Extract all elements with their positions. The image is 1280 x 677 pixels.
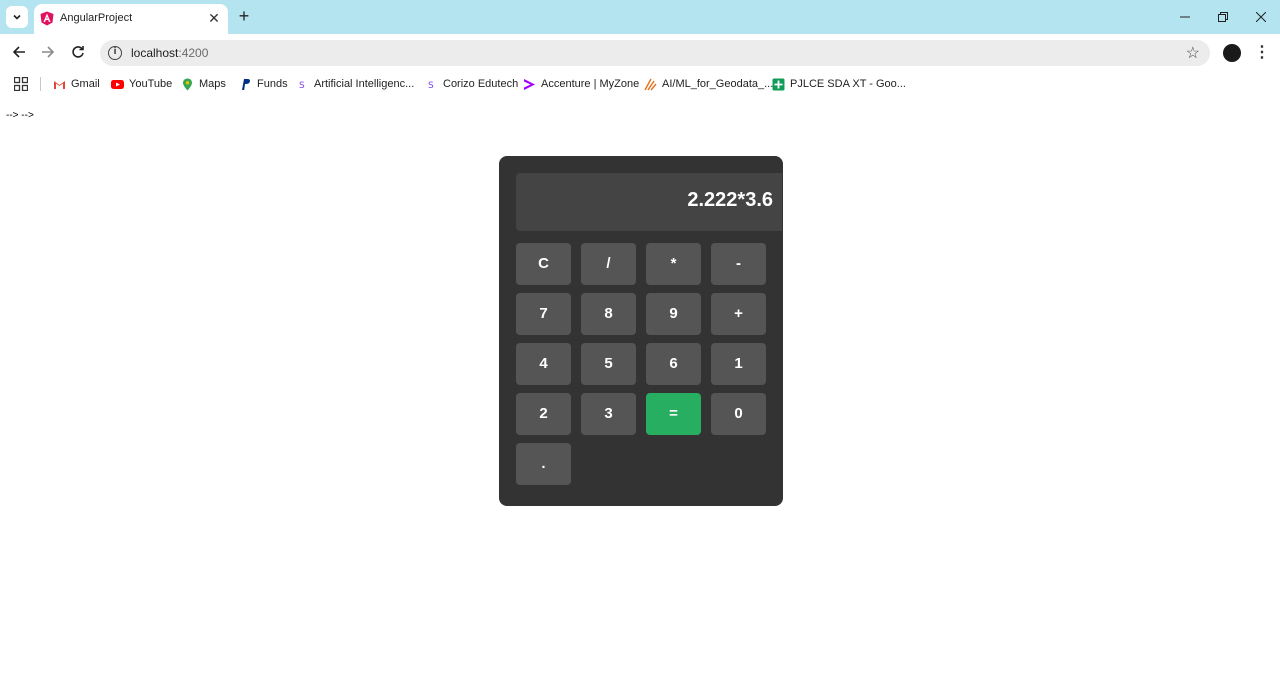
tab-strip: AngularProject ✕ + [0,0,1280,34]
profile-avatar[interactable] [1223,44,1241,62]
key-3[interactable]: 3 [581,393,636,435]
tab-title: AngularProject [60,12,133,24]
bookmark-aiml-geodata[interactable]: AI/ML_for_Geodata_... [644,76,773,92]
svg-text:S: S [299,81,305,91]
bookmark-accenture[interactable]: Accenture | MyZone [523,76,639,92]
close-window-icon [1256,12,1266,22]
key-equals[interactable]: = [646,393,701,435]
key-divide[interactable]: / [581,243,636,285]
key-5[interactable]: 5 [581,343,636,385]
back-button[interactable] [9,42,29,62]
key-2[interactable]: 2 [516,393,571,435]
bookmark-star-icon[interactable]: ☆ [1186,43,1200,63]
bookmark-pjlce-sheet[interactable]: PJLCE SDA XT - Goo... [772,76,906,92]
angular-icon [40,11,54,26]
display-value: 2.222*3.6 [687,189,773,211]
restore-button[interactable] [1214,8,1232,26]
stray-comment-text: --> --> [6,110,34,121]
url-text[interactable]: localhost:4200 [131,46,208,60]
reload-icon [72,46,84,58]
key-add[interactable]: + [711,293,766,335]
gmail-icon [54,80,65,89]
apps-grid-icon[interactable] [14,77,28,91]
key-9[interactable]: 9 [646,293,701,335]
sheets-icon [772,78,785,90]
accenture-icon [524,78,535,90]
minimize-icon [1180,16,1190,18]
restore-icon [1218,12,1228,22]
bookmarks-bar: Gmail YouTube Maps Funds S Artificial In… [0,72,1280,96]
svg-text:S: S [428,81,434,91]
tab-angularproject[interactable]: AngularProject ✕ [34,4,228,34]
key-clear[interactable]: C [516,243,571,285]
key-6[interactable]: 6 [646,343,701,385]
bookmark-maps[interactable]: Maps [181,76,226,92]
bookmark-artificial-intelligence[interactable]: S Artificial Intelligenc... [296,76,414,92]
reload-button[interactable] [68,42,88,62]
new-tab-button[interactable]: + [234,6,254,26]
key-1[interactable]: 1 [711,343,766,385]
calculator-display: 2.222*3.6 [516,173,782,231]
close-icon[interactable]: ✕ [206,10,222,26]
bookmark-youtube[interactable]: YouTube [111,76,172,92]
corizo-icon: S [428,81,434,91]
chevron-down-icon [13,14,21,20]
key-4[interactable]: 4 [516,343,571,385]
key-8[interactable]: 8 [581,293,636,335]
maps-icon [183,78,192,90]
tab-search-button[interactable] [6,6,28,28]
calculator: 2.222*3.6 C / * - 7 8 9 + 4 5 6 1 2 3 = … [499,156,783,506]
close-window-button[interactable] [1252,8,1270,26]
minimize-button[interactable] [1176,8,1194,26]
bookmarks-separator [40,77,41,91]
forward-button[interactable] [38,42,58,62]
paypal-icon [242,78,250,90]
info-icon[interactable]: i [108,46,122,60]
menu-kebab-icon[interactable]: ⋮ [1254,43,1270,63]
key-0[interactable]: 0 [711,393,766,435]
corizo-icon: S [299,81,305,91]
youtube-icon [111,79,124,89]
bookmark-corizo-edutech[interactable]: S Corizo Edutech [425,76,518,92]
key-subtract[interactable]: - [711,243,766,285]
arrow-right-icon [42,46,55,58]
key-multiply[interactable]: * [646,243,701,285]
key-decimal[interactable]: . [516,443,571,485]
key-7[interactable]: 7 [516,293,571,335]
isro-icon [644,78,657,90]
bookmark-gmail[interactable]: Gmail [53,76,100,92]
arrow-left-icon [12,46,25,58]
bookmark-funds[interactable]: Funds [239,76,288,92]
address-bar[interactable]: i localhost:4200 ☆ [100,40,1210,66]
